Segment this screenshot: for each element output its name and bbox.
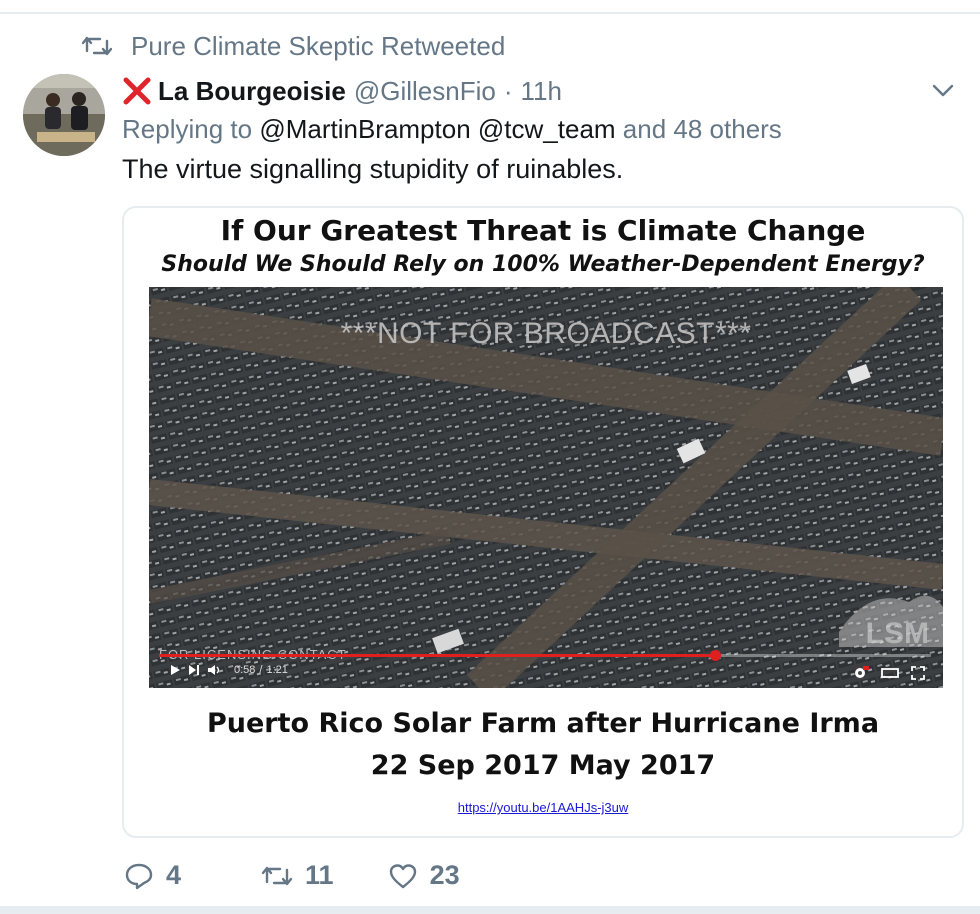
tweet-text: The virtue signalling stupidity of ruina…	[122, 154, 624, 184]
reply-icon	[125, 863, 153, 889]
settings-hd-icon[interactable]	[853, 666, 869, 680]
media-subtitle: Should We Should Rely on 100% Weather-De…	[161, 252, 925, 277]
author-handle[interactable]: @GillesnFio	[354, 76, 496, 107]
video-progress-fill	[159, 654, 715, 657]
fullscreen-icon[interactable]	[911, 666, 925, 680]
retweet-context[interactable]: Pure Climate Skeptic Retweeted	[82, 30, 505, 62]
bottom-divider	[0, 906, 980, 914]
like-button[interactable]: 23	[388, 860, 460, 891]
replying-to-prefix: Replying to	[122, 114, 253, 144]
media-card[interactable]: If Our Greatest Threat is Climate Change…	[122, 206, 964, 838]
tweet-header: La Bourgeoisie @GillesnFio · 11h	[122, 72, 562, 110]
like-count: 23	[429, 860, 460, 890]
top-divider	[0, 12, 980, 14]
media-caption-line2: 22 Sep 2017 May 2017	[370, 750, 716, 781]
volume-icon[interactable]	[207, 664, 223, 676]
next-icon[interactable]	[188, 664, 200, 676]
retweet-action-icon	[261, 866, 293, 885]
video-progress-bar[interactable]	[159, 650, 931, 661]
media-title: If Our Greatest Threat is Climate Change	[220, 214, 866, 247]
replying-to: Replying to @MartinBrampton @tcw_team an…	[122, 114, 782, 145]
reply-button[interactable]: 4	[124, 860, 181, 891]
video-watermark: ***NOT FOR BROADCAST***	[340, 317, 752, 350]
retweet-button[interactable]: 11	[261, 860, 334, 891]
theater-mode-icon[interactable]	[881, 667, 899, 679]
retweet-count: 11	[305, 860, 334, 890]
mention-tcw-team[interactable]: @tcw_team	[478, 114, 616, 144]
retweet-context-text: Pure Climate Skeptic Retweeted	[131, 30, 506, 61]
header-separator: ·	[503, 75, 513, 106]
chevron-down-icon[interactable]	[930, 80, 956, 100]
retweet-icon	[82, 36, 112, 56]
video-time-current: 0:58	[234, 664, 256, 676]
video-progress-knob[interactable]	[709, 650, 721, 661]
video-controls-right	[853, 666, 925, 680]
play-icon[interactable]	[169, 664, 181, 676]
tweet-actions: 4 11 23	[124, 860, 514, 891]
media-caption-line1: Puerto Rico Solar Farm after Hurricane I…	[206, 708, 880, 739]
lsm-logo: LSM	[865, 617, 929, 650]
mention-others[interactable]: and 48 others	[623, 114, 782, 144]
video-player[interactable]: ***NOT FOR BROADCAST*** LSM FOR LICENSIN…	[149, 287, 943, 688]
media-link[interactable]: https://youtu.be/1AAHJs-j3uw	[124, 800, 962, 815]
author-display-name[interactable]: La Bourgeoisie	[158, 76, 346, 107]
tweet-timestamp[interactable]: 11h	[520, 76, 561, 107]
cross-mark-icon	[123, 77, 151, 105]
avatar[interactable]	[23, 74, 105, 156]
heart-icon	[389, 863, 416, 888]
mention-martinbrampton[interactable]: @MartinBrampton	[259, 114, 470, 144]
video-time-total: 1:21	[266, 664, 288, 676]
reply-count: 4	[166, 860, 182, 890]
video-controls: 0:58 / 1:21	[169, 664, 288, 676]
video-time-separator: /	[259, 664, 263, 676]
